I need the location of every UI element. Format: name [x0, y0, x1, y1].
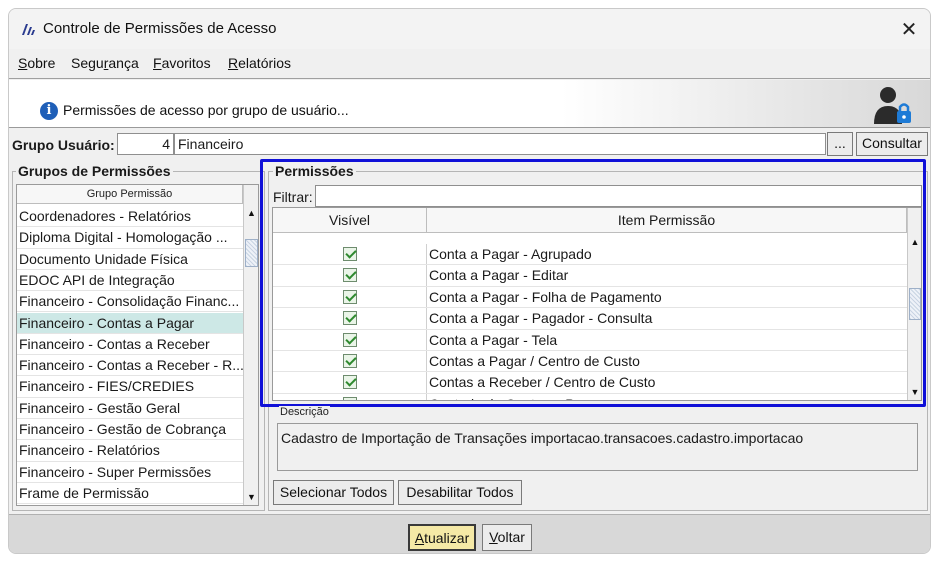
permission-item-label: Contas a Pagar / Centro de Custo: [429, 353, 640, 369]
menu-seguranca[interactable]: Segurança: [71, 55, 139, 71]
group-list-item[interactable]: Documento Unidade Física: [17, 249, 243, 270]
visible-checkbox[interactable]: [343, 289, 357, 304]
column-divider: [426, 351, 427, 372]
column-item[interactable]: Item Permissão: [427, 208, 907, 233]
group-list-item[interactable]: Frame de Permissão: [17, 483, 243, 505]
consult-button[interactable]: Consultar: [856, 132, 928, 156]
visible-checkbox[interactable]: [343, 332, 357, 347]
close-button[interactable]: ✕: [890, 13, 928, 45]
group-list-item[interactable]: Financeiro - Contas a Receber: [17, 334, 243, 356]
permissions-window: Controle de Permissões de Acesso ✕ Sobre…: [8, 8, 931, 554]
permission-item-label: Contas a Receber / Centro de Custo: [429, 374, 656, 391]
visible-checkbox[interactable]: [343, 268, 357, 283]
group-lookup-button[interactable]: ...: [827, 132, 853, 156]
column-divider: [426, 372, 427, 393]
column-divider: [426, 244, 427, 265]
permission-item-label: Conta a Pagar - Pagador - Consulta: [429, 310, 653, 327]
perm-scroll-down-icon[interactable]: ▼: [908, 384, 921, 400]
permissions-panel-title: Permissões: [273, 163, 356, 179]
group-list-item[interactable]: EDOC API de Integração: [17, 270, 243, 292]
column-divider: [426, 286, 427, 308]
permission-row[interactable]: Controle de Contas a Pagar: [273, 393, 907, 400]
banner-text: Permissões de acesso por grupo de usuári…: [63, 102, 349, 118]
column-divider: [426, 329, 427, 350]
column-divider: [426, 308, 427, 329]
group-name-field[interactable]: Financeiro: [174, 133, 826, 155]
title-bar: Controle de Permissões de Acesso ✕: [9, 9, 930, 49]
group-list-item[interactable]: Financeiro - Contas a Pagar: [17, 312, 243, 334]
info-banner: i Permissões de acesso por grupo de usuá…: [9, 80, 930, 128]
select-all-button[interactable]: Selecionar Todos: [273, 480, 394, 505]
menu-relatorios[interactable]: Relatórios: [228, 55, 291, 71]
column-divider: [426, 393, 427, 400]
group-list-item[interactable]: Financeiro - Contas a Receber - R...: [17, 355, 243, 377]
permissions-scrollbar[interactable]: ▲ ▼: [907, 208, 921, 400]
permission-row[interactable]: Conta a Pagar - Agrupado: [273, 244, 907, 266]
perm-scroll-thumb[interactable]: [909, 288, 921, 320]
visible-checkbox[interactable]: [343, 375, 357, 390]
group-list-item[interactable]: Financeiro - Gestão Geral: [17, 398, 243, 419]
permission-item-label: Controle de Contas a Pagar: [429, 394, 603, 400]
permission-row[interactable]: Contas a Pagar / Centro de Custo: [273, 351, 907, 373]
groups-scrollbar[interactable]: ▲ ▼: [243, 185, 258, 505]
permission-item-label: Conta a Pagar - Tela: [429, 331, 558, 348]
column-visible[interactable]: Visível: [273, 208, 427, 233]
scroll-down-icon[interactable]: ▼: [244, 489, 258, 505]
permission-item-label: Conta a Pagar - Editar: [429, 267, 569, 284]
app-logo-icon: [22, 24, 35, 35]
scroll-thumb[interactable]: [245, 239, 258, 267]
update-button[interactable]: Atualizar: [408, 524, 476, 551]
permission-item-label: Conta a Pagar - Folha de Pagamento: [429, 288, 662, 305]
menu-sobre[interactable]: Sobre: [18, 55, 55, 71]
group-user-label: Grupo Usuário:: [12, 137, 115, 153]
permissions-grid[interactable]: Visível Item Permissão Conta a Pagar - A…: [272, 207, 922, 401]
permission-item-label: Conta a Pagar - Agrupado: [429, 246, 592, 262]
user-lock-icon: [874, 87, 911, 124]
info-icon: i: [40, 102, 58, 120]
description-label: Descrição: [279, 406, 330, 418]
filter-input[interactable]: [315, 185, 922, 207]
group-list-item[interactable]: Financeiro - Super Permissões: [17, 462, 243, 483]
description-text: Cadastro de Importação de Transações imp…: [281, 430, 804, 446]
group-list-item[interactable]: Financeiro - Gestão de Cobrança: [17, 419, 243, 441]
group-list-item[interactable]: Financeiro - Consolidação Financ...: [17, 291, 243, 313]
menu-bar: Sobre Segurança Favoritos Relatórios: [9, 51, 930, 77]
back-button[interactable]: Voltar: [482, 524, 532, 551]
group-list-item[interactable]: Diploma Digital - Homologação ...: [17, 227, 243, 249]
perm-scroll-up-icon[interactable]: ▲: [908, 234, 921, 250]
visible-checkbox[interactable]: [343, 311, 357, 326]
description-box: Cadastro de Importação de Transações imp…: [277, 423, 918, 471]
visible-checkbox[interactable]: [343, 354, 357, 368]
groups-list[interactable]: Grupo Permissão Coordenadores - Relatóri…: [16, 184, 259, 506]
menu-favoritos[interactable]: Favoritos: [153, 55, 211, 71]
group-list-item[interactable]: Financeiro - Relatórios: [17, 440, 243, 462]
permission-row[interactable]: Conta a Pagar - Pagador - Consulta: [273, 308, 907, 330]
group-list-item[interactable]: Coordenadores - Relatórios: [17, 206, 243, 228]
permission-row[interactable]: Conta a Pagar - Editar: [273, 265, 907, 287]
permission-row[interactable]: Contas a Receber / Centro de Custo: [273, 372, 907, 394]
filter-label: Filtrar:: [273, 189, 313, 205]
scroll-up-icon[interactable]: ▲: [244, 205, 258, 221]
permission-row[interactable]: Conta a Pagar - Folha de Pagamento: [273, 286, 907, 309]
close-icon: ✕: [900, 18, 918, 41]
groups-column-header[interactable]: Grupo Permissão: [17, 185, 243, 204]
column-divider: [426, 265, 427, 286]
visible-checkbox[interactable]: [343, 247, 357, 261]
menu-divider: [9, 78, 930, 79]
permission-row[interactable]: Conta a Pagar - Tela: [273, 329, 907, 351]
bottom-bar: Atualizar Voltar: [9, 514, 930, 553]
disable-all-button[interactable]: Desabilitar Todos: [398, 480, 522, 505]
groups-panel-title: Grupos de Permissões: [16, 163, 173, 179]
window-title: Controle de Permissões de Acesso: [43, 20, 277, 37]
visible-checkbox[interactable]: [343, 396, 357, 400]
group-code-field[interactable]: 4: [117, 133, 174, 155]
group-list-item[interactable]: Financeiro - FIES/CREDIES: [17, 376, 243, 398]
